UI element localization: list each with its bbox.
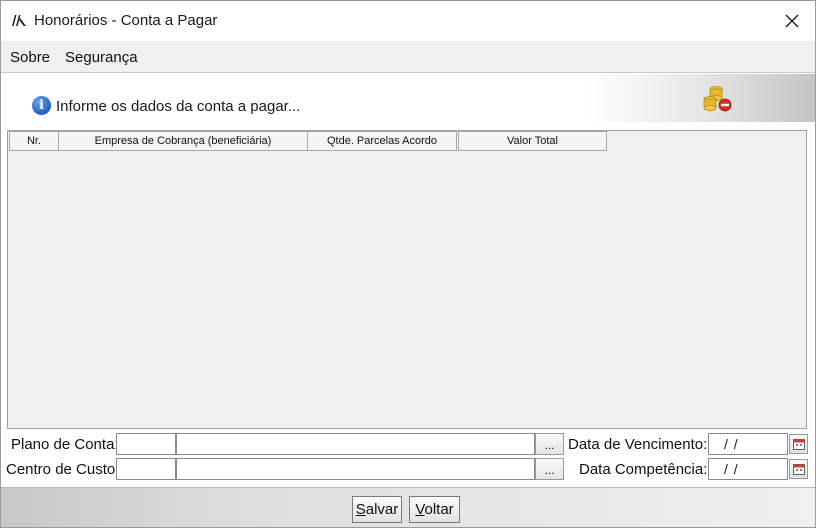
centro-de-custo-browse-button[interactable]: ... [535, 458, 564, 480]
coins-remove-icon [703, 86, 732, 112]
salvar-label: alvar [365, 501, 399, 518]
centro-de-custo-code-input[interactable] [116, 458, 176, 480]
info-banner: i Informe os dados da conta a pagar... [1, 74, 815, 122]
title-bar[interactable]: Honorários - Conta a Pagar [1, 1, 815, 41]
column-header-valor-total[interactable]: Valor Total [458, 131, 607, 151]
data-vencimento-label: Data de Vencimento: [568, 436, 708, 453]
menu-bar: Sobre Segurança [1, 41, 815, 73]
centro-de-custo-label: Centro de Custo: [6, 461, 120, 478]
data-vencimento-input[interactable]: / / [708, 433, 788, 455]
calendar-icon [792, 438, 805, 450]
action-bar: Salvar Voltar [1, 487, 815, 527]
menu-seguranca[interactable]: Segurança [65, 49, 138, 66]
data-competencia-label: Data Competência: [579, 461, 708, 478]
column-header-nr[interactable]: Nr. [9, 131, 59, 151]
salvar-button[interactable]: Salvar [352, 496, 402, 523]
plano-de-conta-description-input[interactable] [176, 433, 535, 455]
close-button[interactable] [769, 1, 815, 41]
menu-sobre[interactable]: Sobre [10, 49, 50, 66]
data-vencimento-calendar-button[interactable] [789, 434, 808, 454]
column-header-empresa[interactable]: Empresa de Cobrança (beneficiária) [58, 131, 308, 151]
voltar-button[interactable]: Voltar [409, 496, 460, 523]
data-competencia-input[interactable]: / / [708, 458, 788, 480]
banner-text: Informe os dados da conta a pagar... [56, 98, 301, 115]
info-icon: i [32, 96, 51, 115]
voltar-accelerator: V [415, 501, 425, 518]
voltar-label: oltar [424, 501, 454, 518]
app-logo-icon [12, 15, 26, 26]
window-title: Honorários - Conta a Pagar [34, 12, 218, 29]
column-header-parcelas[interactable]: Qtde. Parcelas Acordo [307, 131, 457, 151]
salvar-accelerator: S [355, 501, 366, 518]
centro-de-custo-description-input[interactable] [176, 458, 535, 480]
plano-de-conta-browse-button[interactable]: ... [535, 433, 564, 455]
plano-de-conta-code-input[interactable] [116, 433, 176, 455]
calendar-icon [792, 463, 805, 475]
main-window: Honorários - Conta a Pagar Sobre Seguran… [0, 0, 816, 528]
plano-de-conta-label: Plano de Conta: [11, 436, 119, 453]
accounts-table[interactable]: Nr. Empresa de Cobrança (beneficiária) Q… [7, 130, 807, 429]
data-competencia-calendar-button[interactable] [789, 459, 808, 479]
close-icon [785, 14, 799, 28]
